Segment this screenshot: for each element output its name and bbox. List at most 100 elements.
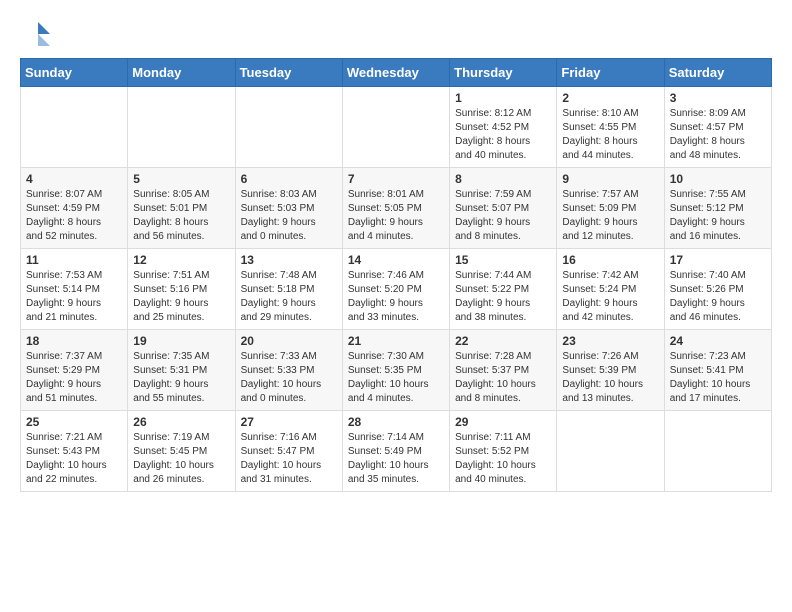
cell-content: Sunrise: 7:44 AM Sunset: 5:22 PM Dayligh… xyxy=(455,269,551,325)
calendar-cell: 18 Sunrise: 7:37 AM Sunset: 5:29 PM Dayli… xyxy=(21,330,128,411)
day-number: 1 xyxy=(455,91,551,105)
calendar-cell: 9 Sunrise: 7:57 AM Sunset: 5:09 PM Daylig… xyxy=(557,168,664,249)
cell-content: Sunrise: 7:51 AM Sunset: 5:16 PM Dayligh… xyxy=(133,269,229,325)
day-number: 18 xyxy=(26,334,122,348)
cell-content: Sunrise: 7:11 AM Sunset: 5:52 PM Dayligh… xyxy=(455,431,551,487)
cell-content: Sunrise: 7:23 AM Sunset: 5:41 PM Dayligh… xyxy=(670,350,766,406)
day-number: 9 xyxy=(562,172,658,186)
day-header-thursday: Thursday xyxy=(450,59,557,87)
cell-content: Sunrise: 7:40 AM Sunset: 5:26 PM Dayligh… xyxy=(670,269,766,325)
cell-content: Sunrise: 7:55 AM Sunset: 5:12 PM Dayligh… xyxy=(670,188,766,244)
calendar-cell: 28 Sunrise: 7:14 AM Sunset: 5:49 PM Dayli… xyxy=(342,411,449,492)
cell-content: Sunrise: 8:07 AM Sunset: 4:59 PM Dayligh… xyxy=(26,188,122,244)
cell-content: Sunrise: 7:48 AM Sunset: 5:18 PM Dayligh… xyxy=(241,269,337,325)
calendar-cell: 26 Sunrise: 7:19 AM Sunset: 5:45 PM Dayli… xyxy=(128,411,235,492)
calendar-week-row: 1 Sunrise: 8:12 AM Sunset: 4:52 PM Daylig… xyxy=(21,87,772,168)
logo xyxy=(20,20,54,48)
cell-content: Sunrise: 7:37 AM Sunset: 5:29 PM Dayligh… xyxy=(26,350,122,406)
cell-content: Sunrise: 8:05 AM Sunset: 5:01 PM Dayligh… xyxy=(133,188,229,244)
day-number: 16 xyxy=(562,253,658,267)
day-number: 26 xyxy=(133,415,229,429)
day-number: 28 xyxy=(348,415,444,429)
calendar-cell xyxy=(21,87,128,168)
calendar-cell: 2 Sunrise: 8:10 AM Sunset: 4:55 PM Daylig… xyxy=(557,87,664,168)
day-number: 23 xyxy=(562,334,658,348)
day-number: 29 xyxy=(455,415,551,429)
calendar-cell: 1 Sunrise: 8:12 AM Sunset: 4:52 PM Daylig… xyxy=(450,87,557,168)
cell-content: Sunrise: 7:33 AM Sunset: 5:33 PM Dayligh… xyxy=(241,350,337,406)
calendar-cell: 16 Sunrise: 7:42 AM Sunset: 5:24 PM Dayli… xyxy=(557,249,664,330)
cell-content: Sunrise: 8:09 AM Sunset: 4:57 PM Dayligh… xyxy=(670,107,766,163)
calendar-cell: 24 Sunrise: 7:23 AM Sunset: 5:41 PM Dayli… xyxy=(664,330,771,411)
day-number: 22 xyxy=(455,334,551,348)
logo-icon xyxy=(20,20,52,48)
calendar-header-row: SundayMondayTuesdayWednesdayThursdayFrid… xyxy=(21,59,772,87)
calendar-cell: 7 Sunrise: 8:01 AM Sunset: 5:05 PM Daylig… xyxy=(342,168,449,249)
cell-content: Sunrise: 8:03 AM Sunset: 5:03 PM Dayligh… xyxy=(241,188,337,244)
calendar-cell: 15 Sunrise: 7:44 AM Sunset: 5:22 PM Dayli… xyxy=(450,249,557,330)
calendar-cell: 12 Sunrise: 7:51 AM Sunset: 5:16 PM Dayli… xyxy=(128,249,235,330)
cell-content: Sunrise: 7:30 AM Sunset: 5:35 PM Dayligh… xyxy=(348,350,444,406)
calendar-cell: 10 Sunrise: 7:55 AM Sunset: 5:12 PM Dayli… xyxy=(664,168,771,249)
day-number: 24 xyxy=(670,334,766,348)
day-number: 6 xyxy=(241,172,337,186)
day-header-friday: Friday xyxy=(557,59,664,87)
cell-content: Sunrise: 8:10 AM Sunset: 4:55 PM Dayligh… xyxy=(562,107,658,163)
calendar-cell: 8Sunrise: 7:59 AM Sunset: 5:07 PM Daylig… xyxy=(450,168,557,249)
day-number: 10 xyxy=(670,172,766,186)
cell-content: Sunrise: 7:42 AM Sunset: 5:24 PM Dayligh… xyxy=(562,269,658,325)
calendar-cell: 27 Sunrise: 7:16 AM Sunset: 5:47 PM Dayli… xyxy=(235,411,342,492)
calendar-cell: 21 Sunrise: 7:30 AM Sunset: 5:35 PM Dayli… xyxy=(342,330,449,411)
cell-content: Sunrise: 7:14 AM Sunset: 5:49 PM Dayligh… xyxy=(348,431,444,487)
day-number: 11 xyxy=(26,253,122,267)
calendar-cell xyxy=(342,87,449,168)
day-header-sunday: Sunday xyxy=(21,59,128,87)
calendar-week-row: 4 Sunrise: 8:07 AM Sunset: 4:59 PM Daylig… xyxy=(21,168,772,249)
calendar-cell: 23 Sunrise: 7:26 AM Sunset: 5:39 PM Dayli… xyxy=(557,330,664,411)
cell-content: Sunrise: 7:28 AM Sunset: 5:37 PM Dayligh… xyxy=(455,350,551,406)
cell-content: Sunrise: 7:46 AM Sunset: 5:20 PM Dayligh… xyxy=(348,269,444,325)
calendar-cell: 13 Sunrise: 7:48 AM Sunset: 5:18 PM Dayli… xyxy=(235,249,342,330)
cell-content: Sunrise: 7:19 AM Sunset: 5:45 PM Dayligh… xyxy=(133,431,229,487)
cell-content: Sunrise: 8:01 AM Sunset: 5:05 PM Dayligh… xyxy=(348,188,444,244)
page-header xyxy=(20,20,772,48)
day-number: 14 xyxy=(348,253,444,267)
cell-content: Sunrise: 7:16 AM Sunset: 5:47 PM Dayligh… xyxy=(241,431,337,487)
calendar-cell: 20 Sunrise: 7:33 AM Sunset: 5:33 PM Dayli… xyxy=(235,330,342,411)
cell-content: Sunrise: 7:53 AM Sunset: 5:14 PM Dayligh… xyxy=(26,269,122,325)
cell-content: Sunrise: 7:57 AM Sunset: 5:09 PM Dayligh… xyxy=(562,188,658,244)
day-number: 19 xyxy=(133,334,229,348)
day-number: 15 xyxy=(455,253,551,267)
cell-content: Sunrise: 7:26 AM Sunset: 5:39 PM Dayligh… xyxy=(562,350,658,406)
calendar-cell xyxy=(128,87,235,168)
day-number: 13 xyxy=(241,253,337,267)
day-number: 20 xyxy=(241,334,337,348)
calendar-cell: 14 Sunrise: 7:46 AM Sunset: 5:20 PM Dayli… xyxy=(342,249,449,330)
day-number: 7 xyxy=(348,172,444,186)
day-number: 4 xyxy=(26,172,122,186)
day-number: 21 xyxy=(348,334,444,348)
calendar-cell: 19 Sunrise: 7:35 AM Sunset: 5:31 PM Dayli… xyxy=(128,330,235,411)
calendar-cell: 4 Sunrise: 8:07 AM Sunset: 4:59 PM Daylig… xyxy=(21,168,128,249)
cell-content: Sunrise: 7:35 AM Sunset: 5:31 PM Dayligh… xyxy=(133,350,229,406)
day-number: 2 xyxy=(562,91,658,105)
calendar-cell: 6 Sunrise: 8:03 AM Sunset: 5:03 PM Daylig… xyxy=(235,168,342,249)
cell-content: Sunrise: 8:12 AM Sunset: 4:52 PM Dayligh… xyxy=(455,107,551,163)
day-number: 8 xyxy=(455,172,551,186)
calendar-week-row: 25Sunrise: 7:21 AM Sunset: 5:43 PM Dayli… xyxy=(21,411,772,492)
calendar-cell: 5 Sunrise: 8:05 AM Sunset: 5:01 PM Daylig… xyxy=(128,168,235,249)
day-header-saturday: Saturday xyxy=(664,59,771,87)
day-number: 17 xyxy=(670,253,766,267)
day-number: 3 xyxy=(670,91,766,105)
calendar-cell: 29 Sunrise: 7:11 AM Sunset: 5:52 PM Dayli… xyxy=(450,411,557,492)
calendar-cell xyxy=(664,411,771,492)
day-number: 5 xyxy=(133,172,229,186)
calendar-cell: 22 Sunrise: 7:28 AM Sunset: 5:37 PM Dayli… xyxy=(450,330,557,411)
calendar-cell xyxy=(235,87,342,168)
calendar-cell: 25Sunrise: 7:21 AM Sunset: 5:43 PM Dayli… xyxy=(21,411,128,492)
day-number: 12 xyxy=(133,253,229,267)
cell-content: Sunrise: 7:21 AM Sunset: 5:43 PM Dayligh… xyxy=(26,431,122,487)
calendar-cell: 17 Sunrise: 7:40 AM Sunset: 5:26 PM Dayli… xyxy=(664,249,771,330)
calendar-week-row: 18 Sunrise: 7:37 AM Sunset: 5:29 PM Dayli… xyxy=(21,330,772,411)
day-number: 27 xyxy=(241,415,337,429)
